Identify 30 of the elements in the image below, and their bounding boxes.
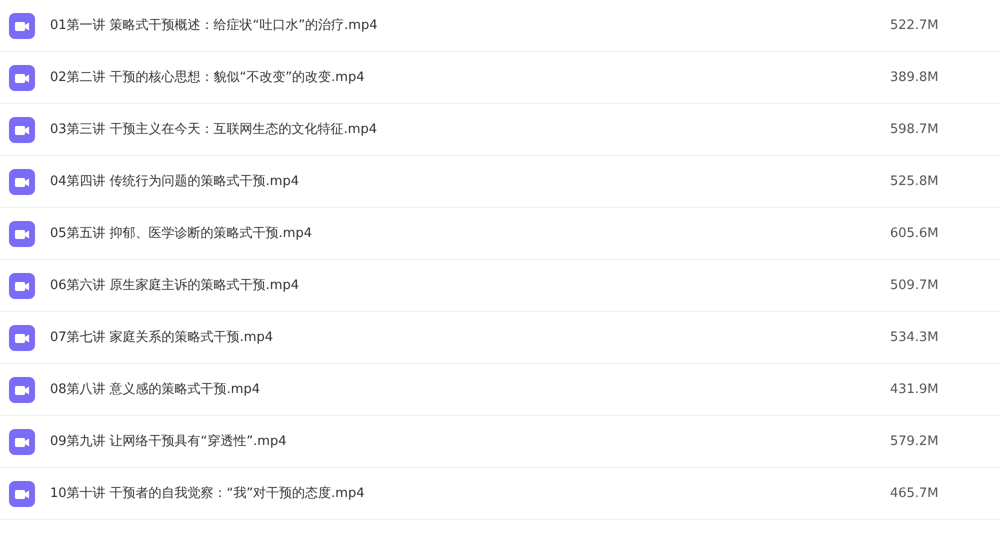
video-file-icon <box>9 428 35 454</box>
file-name[interactable]: 06第六讲 原生家庭主诉的策略式干预.mp4 <box>50 276 890 296</box>
video-file-icon <box>9 376 35 402</box>
video-file-icon <box>9 64 35 90</box>
file-size: 465.7M <box>890 484 940 503</box>
file-name[interactable]: 09第九讲 让网络干预具有“穿透性”.mp4 <box>50 432 890 452</box>
video-file-icon <box>9 220 35 246</box>
file-name[interactable]: 01第一讲 策略式干预概述：给症状“吐口水”的治疗.mp4 <box>50 16 890 36</box>
file-size: 509.7M <box>890 276 940 295</box>
file-name[interactable]: 05第五讲 抑郁、医学诊断的策略式干预.mp4 <box>50 224 890 244</box>
video-file-icon <box>9 12 35 38</box>
file-name[interactable]: 10第十讲 干预者的自我觉察：“我”对干预的态度.mp4 <box>50 484 890 504</box>
file-name[interactable]: 02第二讲 干预的核心思想：貌似“不改变”的改变.mp4 <box>50 68 890 88</box>
video-file-icon <box>9 272 35 298</box>
file-size: 389.8M <box>890 68 940 87</box>
file-size: 534.3M <box>890 328 940 347</box>
file-name[interactable]: 04第四讲 传统行为问题的策略式干预.mp4 <box>50 172 890 192</box>
file-name[interactable]: 08第八讲 意义感的策略式干预.mp4 <box>50 380 890 400</box>
file-size: 522.7M <box>890 16 940 35</box>
video-file-icon <box>9 168 35 194</box>
file-size: 598.7M <box>890 120 940 139</box>
file-size: 579.2M <box>890 432 940 451</box>
video-file-icon <box>9 324 35 350</box>
file-size: 605.6M <box>890 224 940 243</box>
file-name[interactable]: 07第七讲 家庭关系的策略式干预.mp4 <box>50 328 890 348</box>
file-name[interactable]: 03第三讲 干预主义在今天：互联网生态的文化特征.mp4 <box>50 120 890 140</box>
file-size: 431.9M <box>890 380 940 399</box>
video-file-icon <box>9 480 35 506</box>
file-size: 525.8M <box>890 172 940 191</box>
video-file-icon <box>9 116 35 142</box>
